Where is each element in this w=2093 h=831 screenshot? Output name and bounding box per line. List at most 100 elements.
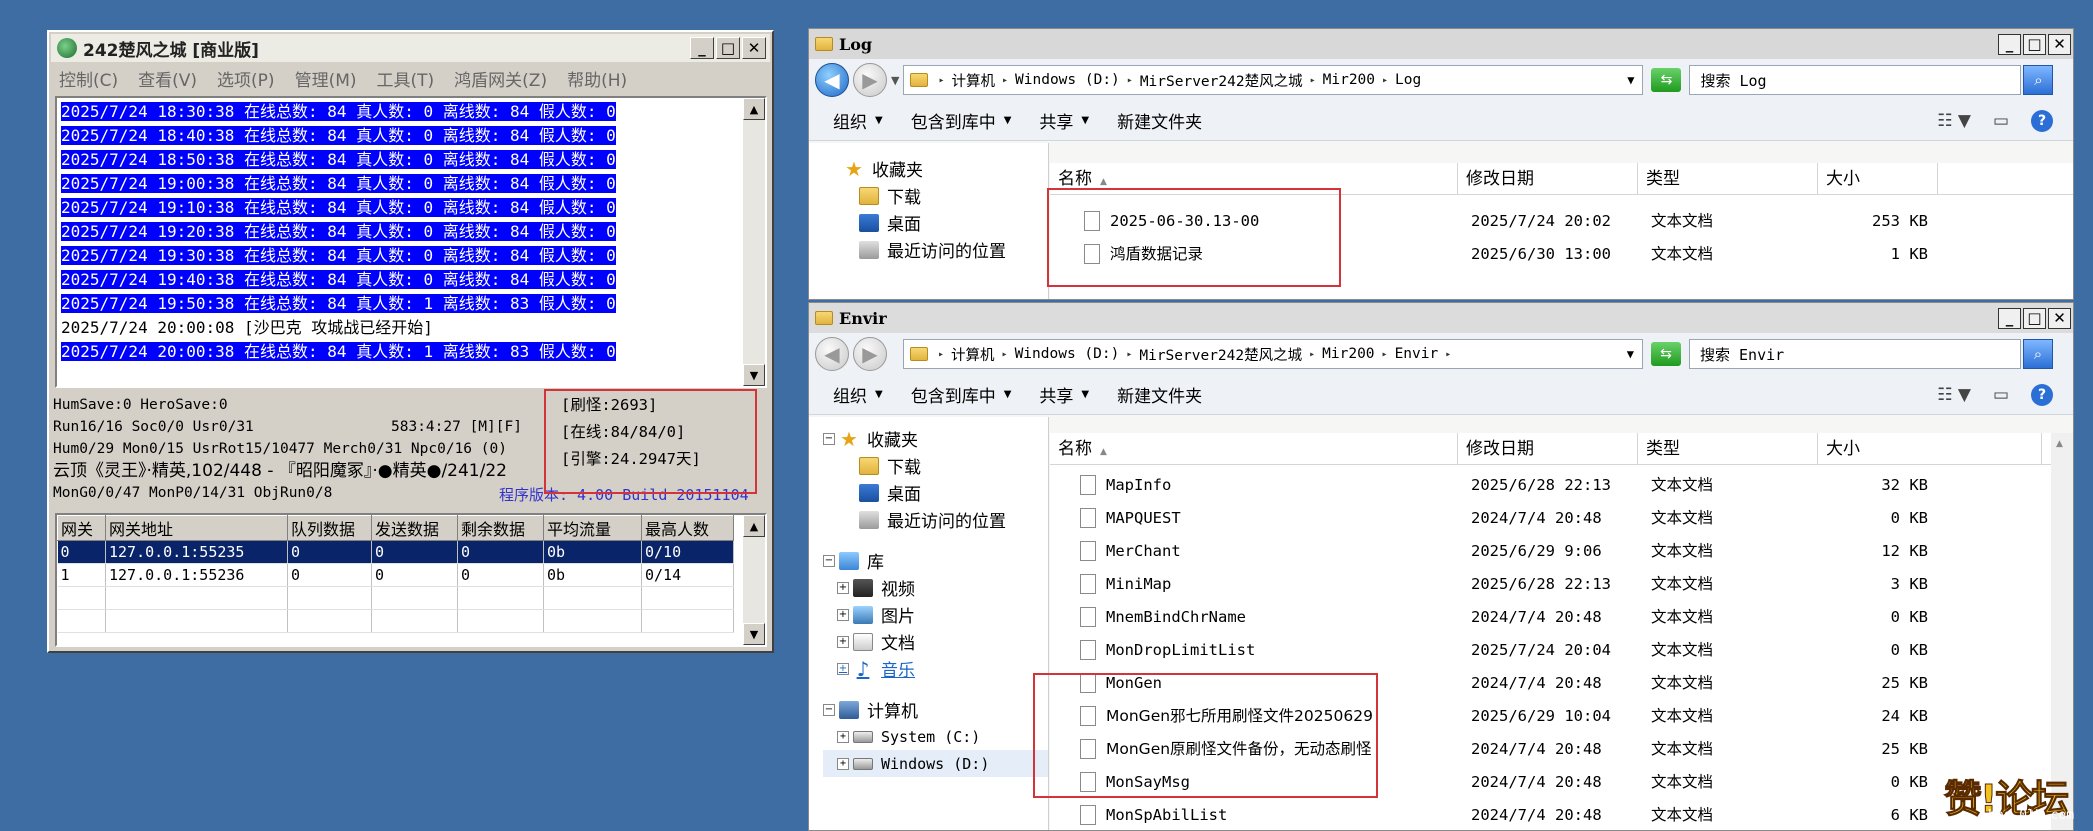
col-date[interactable]: 修改日期 [1458, 433, 1638, 465]
chevron-down-icon[interactable]: ▼ [891, 74, 899, 87]
breadcrumb[interactable]: MirServer242楚风之城 [1139, 344, 1302, 365]
search-icon[interactable]: ⌕ [2023, 65, 2054, 95]
file-row[interactable]: MonSpAbilList 2024/7/4 20:48 文本文档 6 KB [1050, 799, 2073, 830]
close-button[interactable]: ✕ [2048, 307, 2071, 329]
nav-recent[interactable]: 最近访问的位置 [844, 236, 1048, 263]
close-button[interactable]: ✕ [2048, 33, 2071, 55]
help-icon[interactable]: ? [2031, 109, 2053, 132]
back-button[interactable]: ◀ [815, 63, 849, 97]
menu-tools[interactable]: 工具(T) [377, 66, 435, 91]
menu-manage[interactable]: 管理(M) [295, 66, 357, 91]
refresh-icon[interactable]: ⇆ [1651, 342, 1681, 366]
close-button[interactable]: ✕ [742, 37, 766, 59]
file-row[interactable]: MonDropLimitList 2025/7/24 20:04 文本文档 0 KB [1050, 634, 2073, 667]
nav-music[interactable]: + ♪ 音乐 [823, 655, 1048, 682]
share-button[interactable]: 共享 ▼ [1039, 382, 1089, 407]
col-date[interactable]: 修改日期 [1458, 163, 1638, 195]
chevron-down-icon[interactable]: ▼ [1619, 73, 1642, 87]
maximize-button[interactable]: □ [2023, 307, 2046, 329]
file-row[interactable]: MerChant 2025/6/29 9:06 文本文档 12 KB [1050, 535, 2073, 568]
nav-pictures[interactable]: + 图片 [823, 601, 1048, 628]
table-row[interactable]: 1 127.0.0.1:55236 0 0 0 0b 0/14 [57, 563, 734, 587]
breadcrumb[interactable]: Mir200 [1322, 346, 1374, 362]
server-window[interactable]: 242楚风之城 [商业版] _ □ ✕ 控制(C) 查看(V) 选项(P) 管理… [47, 30, 774, 653]
file-row[interactable]: MAPQUEST 2024/7/4 20:48 文本文档 0 KB [1050, 502, 2073, 535]
include-library-button[interactable]: 包含到库中 ▼ [911, 382, 1012, 407]
table-row[interactable]: 0 127.0.0.1:55235 0 0 0 0b 0/10 [57, 540, 734, 564]
col-header[interactable]: 队列数据 [287, 515, 372, 541]
help-icon[interactable]: ? [2031, 383, 2053, 406]
search-input[interactable]: 搜索 Log [1689, 65, 2022, 95]
breadcrumb[interactable]: Envir [1395, 346, 1439, 362]
menu-gateway[interactable]: 鸿盾网关(Z) [454, 66, 547, 91]
organize-button[interactable]: 组织 ▼ [833, 382, 883, 407]
refresh-icon[interactable]: ⇆ [1651, 68, 1682, 92]
col-header[interactable]: 最高人数 [641, 515, 734, 541]
col-header[interactable]: 网关地址 [105, 515, 288, 541]
file-row[interactable]: MnemBindChrName 2024/7/4 20:48 文本文档 0 KB [1050, 601, 2073, 634]
nav-favorites[interactable]: ★ 收藏夹 [844, 155, 1048, 182]
breadcrumb[interactable]: 计算机 [952, 70, 996, 91]
nav-recent[interactable]: 最近访问的位置 [823, 506, 1048, 533]
new-folder-button[interactable]: 新建文件夹 [1117, 382, 1202, 407]
col-header[interactable]: 剩余数据 [457, 515, 544, 541]
col-header[interactable]: 平均流量 [543, 515, 642, 541]
new-folder-button[interactable]: 新建文件夹 [1117, 108, 1202, 133]
breadcrumb[interactable]: MirServer242楚风之城 [1140, 70, 1303, 91]
maximize-button[interactable]: □ [716, 37, 740, 59]
include-library-button[interactable]: 包含到库中 ▼ [911, 108, 1012, 133]
nav-downloads[interactable]: 下载 [823, 452, 1048, 479]
forward-button[interactable]: ▶ [853, 63, 887, 97]
table-scrollbar[interactable]: ▲ ▼ [743, 515, 765, 645]
nav-drive-d[interactable]: + Windows (D:) [823, 750, 1048, 777]
col-header[interactable]: 网关 [57, 515, 106, 541]
gateway-table[interactable]: 网关 网关地址 队列数据 发送数据 剩余数据 平均流量 最高人数 0 127.0.… [55, 513, 767, 647]
file-row[interactable]: MiniMap 2025/6/28 22:13 文本文档 3 KB [1050, 568, 2073, 601]
menu-options[interactable]: 选项(P) [217, 66, 275, 91]
breadcrumb[interactable]: Log [1395, 72, 1421, 88]
forward-button[interactable]: ▶ [853, 337, 887, 371]
nav-desktop[interactable]: 桌面 [823, 479, 1048, 506]
envir-explorer-window[interactable]: Envir _ □ ✕ ◀ ▶ ▸ 计算机 ▸ Windows (D:) ▸ MirS… [808, 302, 2074, 831]
nav-favorites[interactable]: − ★ 收藏夹 [823, 425, 1048, 452]
view-icon[interactable]: ☷ ▼ [1937, 385, 1971, 405]
scroll-up-icon[interactable]: ▲ [2056, 439, 2073, 449]
col-name[interactable]: 名称 ▲ [1050, 433, 1458, 465]
breadcrumb[interactable]: Mir200 [1323, 72, 1375, 88]
menu-control[interactable]: 控制(C) [59, 66, 118, 91]
nav-computer[interactable]: − 计算机 [823, 696, 1048, 723]
scroll-up-icon[interactable]: ▲ [743, 98, 765, 120]
search-input[interactable]: 搜索 Envir [1689, 339, 2021, 369]
address-bar[interactable]: ▸ 计算机 ▸ Windows (D:) ▸ MirServer242楚风之城 ▸ Mi… [903, 65, 1644, 95]
menu-view[interactable]: 查看(V) [138, 66, 197, 91]
log-scrollbar[interactable]: ▲ ▼ [743, 98, 765, 386]
log-explorer-window[interactable]: Log _ □ ✕ ◀ ▶ ▼ ▸ 计算机 ▸ Windows (D:) ▸ MirS… [808, 28, 2074, 300]
nav-downloads[interactable]: 下载 [844, 182, 1048, 209]
log-titlebar[interactable]: Log _ □ ✕ [809, 29, 2073, 59]
breadcrumb[interactable]: 计算机 [951, 344, 995, 365]
address-bar[interactable]: ▸ 计算机 ▸ Windows (D:) ▸ MirServer242楚风之城 ▸ Mi… [903, 339, 1643, 369]
server-log[interactable]: 2025/7/24 18:30:38 在线总数: 84 真人数: 0 离线数: … [55, 96, 767, 388]
view-icon[interactable]: ☷ ▼ [1937, 111, 1971, 131]
minimize-button[interactable]: _ [1998, 307, 2021, 329]
chevron-down-icon[interactable]: ▼ [1619, 347, 1642, 361]
back-button[interactable]: ◀ [815, 337, 849, 371]
nav-libraries[interactable]: − 库 [823, 547, 1048, 574]
scroll-down-icon[interactable]: ▼ [743, 623, 765, 645]
nav-drive-c[interactable]: + System (C:) [823, 723, 1048, 750]
scroll-up-icon[interactable]: ▲ [743, 515, 765, 537]
col-size[interactable]: 大小 [1818, 433, 2042, 465]
col-header[interactable]: 发送数据 [371, 515, 458, 541]
menu-help[interactable]: 帮助(H) [567, 66, 627, 91]
preview-pane-icon[interactable]: ▭ [1993, 111, 2009, 131]
scroll-down-icon[interactable]: ▼ [743, 364, 765, 386]
share-button[interactable]: 共享 ▼ [1039, 108, 1089, 133]
breadcrumb[interactable]: Windows (D:) [1015, 72, 1120, 88]
nav-videos[interactable]: + 视频 [823, 574, 1048, 601]
col-size[interactable]: 大小 [1818, 163, 1938, 195]
nav-desktop[interactable]: 桌面 [844, 209, 1048, 236]
breadcrumb[interactable]: Windows (D:) [1015, 346, 1120, 362]
maximize-button[interactable]: □ [2023, 33, 2046, 55]
organize-button[interactable]: 组织 ▼ [833, 108, 883, 133]
file-row[interactable]: MapInfo 2025/6/28 22:13 文本文档 32 KB [1050, 469, 2073, 502]
